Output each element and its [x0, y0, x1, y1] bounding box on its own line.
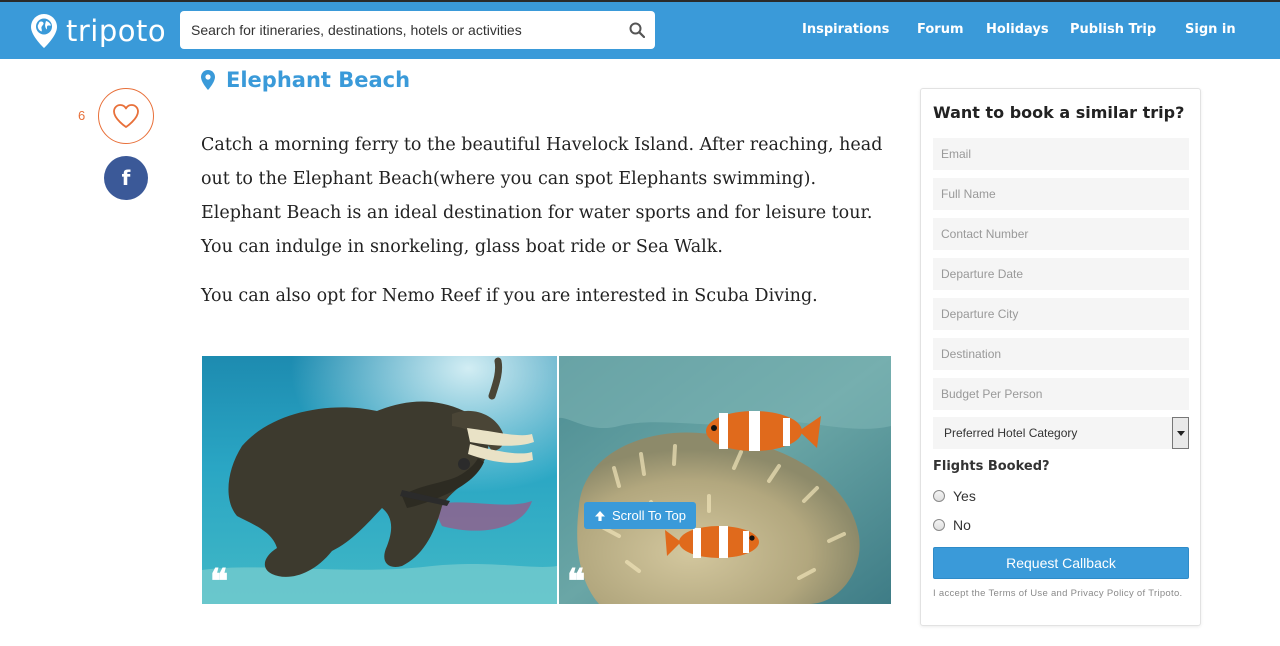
booking-form-panel: Want to book a similar trip? Preferred H… — [920, 88, 1201, 626]
article-paragraph: You can also opt for Nemo Reef if you ar… — [201, 286, 818, 306]
quote-icon[interactable]: ❝ — [567, 565, 585, 599]
article-paragraph: Catch a morning ferry to the beautiful H… — [201, 135, 883, 257]
scroll-to-top-label: Scroll To Top — [612, 508, 686, 523]
hotel-category-selected: Preferred Hotel Category — [944, 426, 1078, 440]
nav-forum[interactable]: Forum — [917, 22, 964, 37]
request-callback-button[interactable]: Request Callback — [933, 547, 1189, 579]
email-field[interactable] — [933, 138, 1189, 170]
hotel-category-select[interactable]: Preferred Hotel Category — [933, 417, 1189, 449]
nav-holidays[interactable]: Holidays — [986, 22, 1049, 37]
map-pin-icon — [201, 70, 215, 90]
like-button[interactable] — [98, 88, 154, 144]
dropdown-arrow-icon[interactable] — [1172, 417, 1189, 449]
departure-date-field[interactable] — [933, 258, 1189, 290]
scroll-to-top-button[interactable]: Scroll To Top — [584, 502, 696, 529]
destination-field[interactable] — [933, 338, 1189, 370]
search-bar — [180, 11, 655, 49]
contact-number-field[interactable] — [933, 218, 1189, 250]
logo-wordmark: tripoto — [66, 13, 167, 48]
clownfish-anemone-image — [559, 356, 891, 604]
facebook-icon: f — [121, 166, 131, 190]
radio-label: No — [953, 517, 971, 533]
clownfish-photo[interactable]: ❝ — [559, 356, 891, 604]
heart-icon — [113, 104, 139, 128]
place-title: Elephant Beach — [226, 68, 411, 92]
booking-title: Want to book a similar trip? — [933, 103, 1185, 122]
elephant-photo[interactable]: ❝ — [202, 356, 557, 604]
nav-publish-trip[interactable]: Publish Trip — [1070, 22, 1156, 37]
globe-pin-icon — [31, 14, 57, 48]
quote-icon[interactable]: ❝ — [210, 565, 228, 599]
radio-button[interactable] — [933, 490, 945, 502]
radio-button[interactable] — [933, 519, 945, 531]
departure-city-field[interactable] — [933, 298, 1189, 330]
radio-label: Yes — [953, 488, 976, 504]
like-count: 6 — [78, 108, 86, 123]
nav-sign-in[interactable]: Sign in — [1185, 22, 1236, 37]
flights-yes-option[interactable]: Yes — [933, 488, 976, 504]
budget-per-person-field[interactable] — [933, 378, 1189, 410]
flights-no-option[interactable]: No — [933, 517, 971, 533]
search-icon[interactable] — [629, 22, 645, 38]
place-heading: Elephant Beach — [201, 68, 410, 92]
full-name-field[interactable] — [933, 178, 1189, 210]
terms-notice: I accept the Terms of Use and Privacy Po… — [933, 588, 1183, 599]
arrow-up-icon — [595, 510, 606, 521]
nav-inspirations[interactable]: Inspirations — [802, 22, 889, 37]
search-input[interactable] — [180, 11, 620, 49]
top-navigation-bar: tripoto Inspirations Forum Holidays Publ… — [0, 0, 1280, 59]
flights-booked-label: Flights Booked? — [933, 459, 1050, 474]
elephant-underwater-image — [202, 356, 557, 604]
tripoto-logo[interactable]: tripoto — [30, 11, 166, 51]
facebook-share-button[interactable]: f — [104, 156, 148, 200]
